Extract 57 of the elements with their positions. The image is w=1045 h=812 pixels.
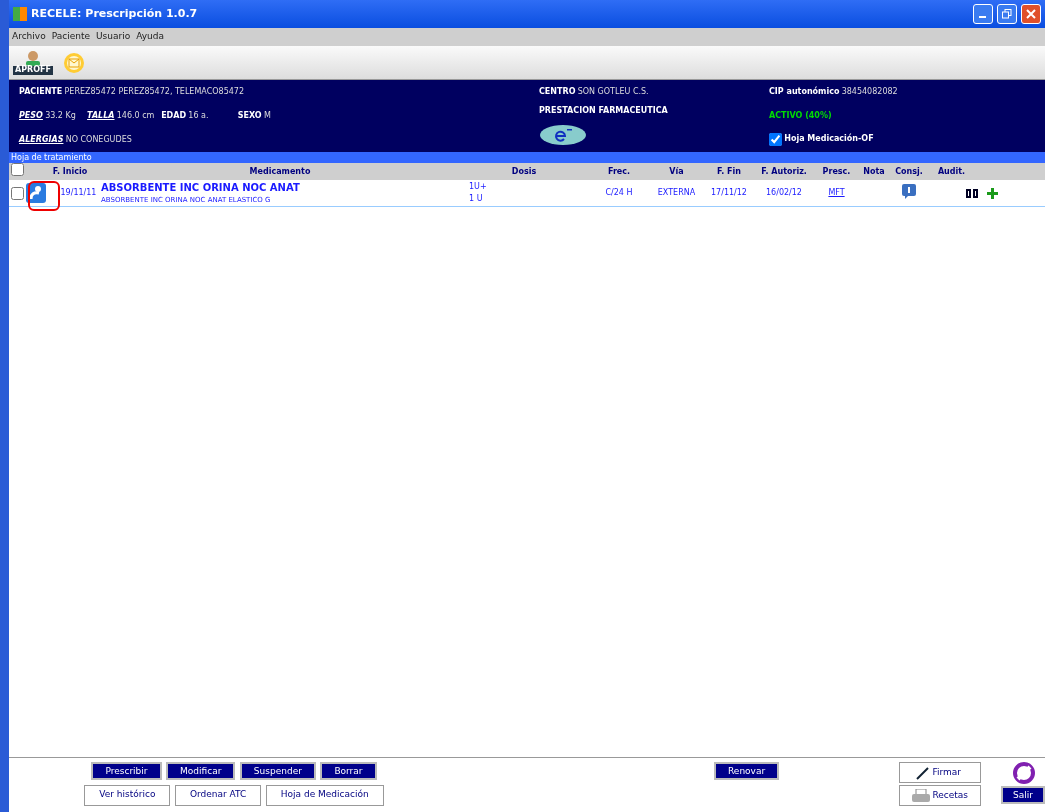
- field-label: SEXO: [237, 110, 262, 122]
- field-value: 16 a.: [188, 110, 209, 122]
- menu-item[interactable]: Archivo: [12, 30, 46, 44]
- action-button[interactable]: Borrar: [320, 762, 377, 780]
- field-value: 38454082082: [841, 86, 898, 99]
- field-label: PRESTACION FARMACEUTICA: [539, 105, 669, 117]
- table-cell-text: 1 U: [469, 193, 484, 205]
- exit-button[interactable]: Salir: [1001, 786, 1045, 805]
- field-value: NO CONEGUDES: [65, 133, 132, 146]
- column-header: Vía: [669, 166, 684, 176]
- action-button[interactable]: Prescribir: [91, 762, 162, 780]
- field-label: CENTRO: [539, 86, 576, 99]
- prescriber-link[interactable]: MFT: [828, 188, 845, 197]
- field-label: EDAD: [161, 110, 187, 122]
- column-header: F. Inicio: [52, 166, 88, 176]
- checkbox-label: Hoja Medicación-OF: [784, 133, 874, 146]
- column-header: Nota: [863, 166, 885, 176]
- table-cell: EXTERNA: [657, 188, 696, 197]
- sign-button[interactable]: Firmar: [899, 762, 981, 783]
- table-cell: 16/02/12: [766, 188, 802, 197]
- action-button[interactable]: Hoja de Medicación: [265, 784, 384, 806]
- field-value: M: [263, 110, 271, 122]
- table-cell: 19/11/11: [60, 187, 97, 199]
- field-label[interactable]: TALLA: [87, 110, 115, 122]
- window-title: RECELE: Prescripción 1.0.7: [31, 5, 199, 22]
- doctor-avatar-button[interactable]: APROFF: [13, 50, 53, 75]
- table-cell: C/24 H: [605, 188, 633, 197]
- column-header: Presc.: [822, 166, 851, 176]
- column-header: Frec.: [607, 166, 631, 176]
- table-cell: 17/11/12: [711, 188, 747, 197]
- field-value: 146.0 cm: [116, 110, 155, 122]
- column-header: Audit.: [937, 166, 966, 176]
- status-text: ACTIVO (40%): [769, 109, 833, 122]
- field-value: PEREZ85472 PEREZ85472, TELEMACO85472: [64, 86, 244, 99]
- action-button[interactable]: Ver histórico: [84, 784, 171, 806]
- medication-name: ABSORBENTE INC ORINA NOC ANAT: [101, 181, 301, 196]
- column-header: Dosis: [511, 166, 537, 176]
- section-header: Hoja de tratamiento: [9, 152, 1045, 163]
- column-header: Medicamento: [249, 166, 311, 176]
- column-header: F. Autoriz.: [761, 166, 807, 176]
- column-header: Consj.: [895, 166, 923, 176]
- column-header: F. Fin: [717, 166, 741, 176]
- renew-button[interactable]: Renovar: [714, 762, 780, 780]
- menu-item[interactable]: Paciente: [51, 30, 90, 44]
- menu-item[interactable]: Ayuda: [136, 30, 164, 44]
- field-label: CIP autonómico: [769, 86, 840, 99]
- prescriptions-button[interactable]: Recetas: [899, 785, 981, 807]
- menu-item[interactable]: Usuario: [95, 30, 131, 44]
- field-label: PACIENTE: [19, 86, 63, 99]
- action-button[interactable]: Modificar: [166, 762, 236, 780]
- field-value: SON GOTLEU C.S.: [577, 86, 649, 99]
- action-button[interactable]: Ordenar ATC: [174, 784, 262, 806]
- field-label[interactable]: ALERGIAS: [19, 133, 64, 146]
- field-value: 33.2 Kg: [45, 110, 76, 122]
- field-label[interactable]: PESO: [19, 110, 43, 122]
- action-button[interactable]: Suspender: [239, 762, 316, 780]
- table-cell-text: 1U+: [469, 181, 488, 193]
